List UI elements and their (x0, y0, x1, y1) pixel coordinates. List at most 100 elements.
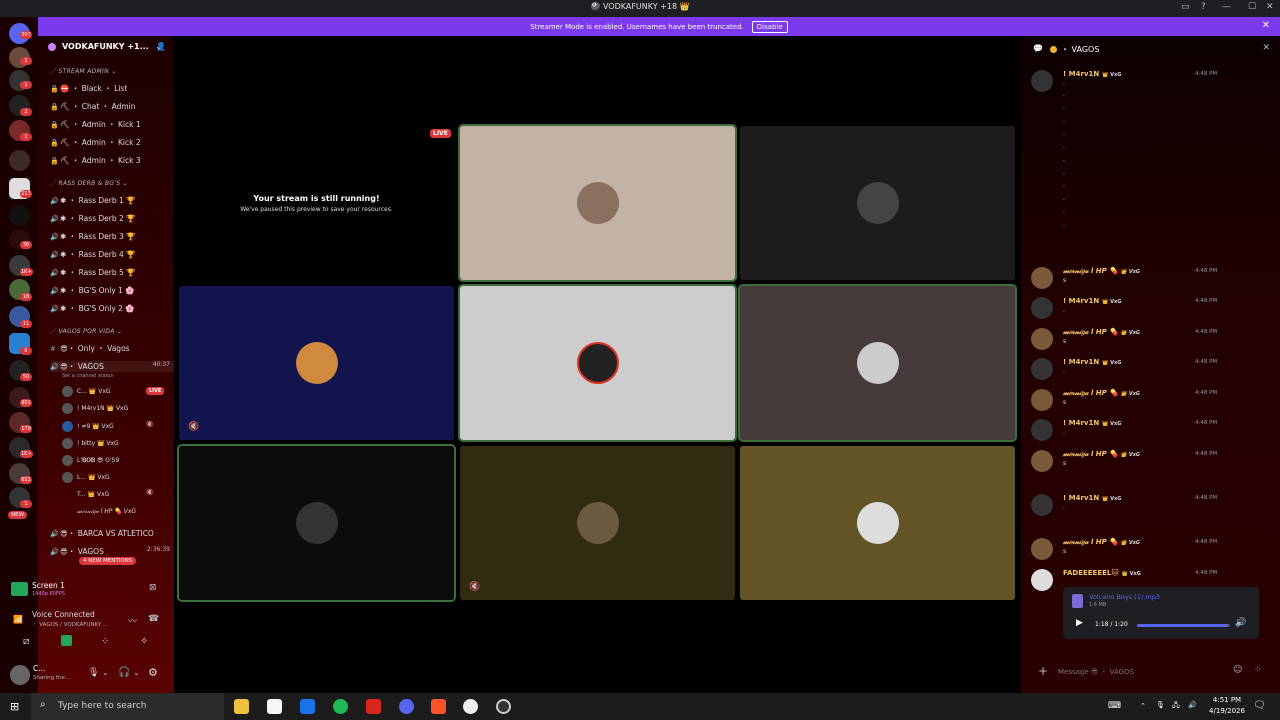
avatar[interactable] (1031, 358, 1053, 380)
voice-channel[interactable]: 🔊✱ ・ Rass Derb 1 🏆 (50, 195, 136, 206)
category-vagos[interactable]: ⋰ VAGOS POR VIDA ⌄ (50, 328, 122, 335)
file-explorer-icon[interactable] (234, 699, 249, 714)
author-name[interactable]: ! M4rv1N (1063, 419, 1099, 427)
activities-icon[interactable]: ⁘ (101, 636, 109, 647)
close-window-icon[interactable]: ✕ (1266, 2, 1274, 12)
participant-tile[interactable] (738, 284, 1017, 442)
disable-button[interactable]: Disable (751, 20, 788, 33)
voice-channel[interactable]: 🔊✱ ・ BG'S Only 2 🌸 (50, 303, 135, 314)
avatar[interactable] (1031, 538, 1053, 560)
channel-admin-kick-3[interactable]: 🔒⛏ ・ Admin ・ Kick 3 (50, 155, 141, 166)
voice-channel[interactable]: 🔊✱ ・ BG'S Only 1 🌸 (50, 285, 135, 296)
paused-stream-tile[interactable]: Your stream is still running! We've paus… (179, 126, 454, 280)
discord-icon[interactable] (399, 699, 414, 714)
screen-share-icon[interactable] (61, 635, 72, 646)
disconnect-icon[interactable]: ☎ (148, 614, 159, 624)
channel-admin-kick-2[interactable]: 🔒⛏ ・ Admin ・ Kick 2 (50, 137, 141, 148)
voice-user[interactable]: T... 👑 VxG 🔇 (62, 489, 153, 500)
volume-icon[interactable]: 🔊 (1235, 618, 1246, 628)
avatar[interactable] (1031, 328, 1053, 350)
emoji-picker-icon[interactable]: ☺ (1233, 665, 1242, 675)
category-rass-derb[interactable]: ⋰ RASS DERB & BG'S ⌄ (50, 180, 128, 187)
author-name[interactable]: ! M4rv1N (1063, 70, 1099, 78)
author-name[interactable]: ! M4rv1N (1063, 297, 1099, 305)
volume-tray-icon[interactable]: 🔊 (1188, 701, 1197, 709)
author-name[interactable]: 𝓂𝑒𝓇𝓃𝒾𝑔𝒶 l HP 💊 (1063, 267, 1118, 275)
voice-user[interactable]: L'𝐁𝐎𝐁 😎 G'59 (62, 455, 119, 466)
chevron-down-icon[interactable]: ⌄ (133, 668, 140, 677)
author-name[interactable]: ! M4rv1N (1063, 358, 1099, 366)
microphone-icon[interactable]: 🎙 (88, 668, 99, 678)
store-icon[interactable] (267, 699, 282, 714)
channel-status[interactable]: Set a channel status (62, 373, 113, 379)
user-name[interactable]: C... (33, 664, 45, 673)
mic-tray-icon[interactable]: 🎙 (1156, 701, 1165, 709)
help-icon[interactable]: ? (1201, 2, 1206, 12)
noise-suppression-icon[interactable]: 〰 (128, 614, 137, 627)
voice-channel[interactable]: 🔊✱ ・ Rass Derb 4 🏆 (50, 249, 136, 260)
voice-user[interactable]: ! bitty 👑 VxG (62, 438, 119, 449)
inbox-icon[interactable]: ▭ (1181, 2, 1190, 12)
spotify-icon[interactable] (333, 699, 348, 714)
channel-admin-kick-1[interactable]: 🔒⛏ ・ Admin ・ Kick 1 (50, 119, 141, 130)
avatar[interactable] (1031, 297, 1053, 319)
voice-user[interactable]: ! M4rv1N 👑 VxG (62, 403, 128, 414)
stop-stream-icon[interactable]: ⊠ (149, 583, 157, 593)
avatar[interactable] (1031, 267, 1053, 289)
server-icon[interactable] (9, 205, 30, 226)
clock-date[interactable]: 4/19/2026 (1203, 707, 1251, 715)
new-mentions-pill[interactable]: 4 NEW MENTIONS (79, 557, 137, 565)
outlook-icon[interactable] (300, 699, 315, 714)
avatar[interactable] (1031, 70, 1053, 92)
voice-channel[interactable]: 🔊✱ ・ Rass Derb 2 🏆 (50, 213, 136, 224)
windows-start-icon[interactable]: ⊞ (10, 700, 19, 713)
participant-tile[interactable] (740, 126, 1015, 280)
author-name[interactable]: FADEEEEEEL🐱 (1063, 569, 1119, 577)
message-input[interactable] (1058, 665, 1228, 679)
voice-channel[interactable]: 🔊✱ ・ Rass Derb 5 🏆 (50, 267, 136, 278)
maximize-icon[interactable]: ☐ (1248, 2, 1256, 12)
server-icon[interactable] (9, 150, 30, 171)
headphones-icon[interactable]: 🎧 (118, 667, 130, 678)
add-member-icon[interactable]: 👤 (156, 42, 166, 51)
participant-tile[interactable] (740, 446, 1015, 600)
voice-channel-barca[interactable]: 🔊😎・ BARCA VS ATLETICO (50, 528, 154, 539)
channel-only-vagos[interactable]: # 😎・ Only ・ Vagos (50, 343, 130, 354)
voice-channel-vagos[interactable]: 🔊😎・ VAGOS 40:37 (50, 361, 174, 372)
network-icon[interactable]: 🖧 (1172, 701, 1180, 712)
avatar[interactable] (1031, 419, 1053, 441)
voice-channel[interactable]: 🔊✱ ・ Rass Derb 3 🏆 (50, 231, 136, 242)
minimize-icon[interactable]: — (1222, 2, 1231, 12)
clock-time[interactable]: 4:51 PM (1203, 696, 1251, 704)
voice-channel-vagos-2[interactable]: 🔊😎・ VAGOS 2:36:39 (50, 546, 174, 557)
avatar[interactable] (10, 665, 30, 685)
guild-header[interactable]: VODKAFUNKY +1... ⌄ 👤 (38, 42, 174, 58)
close-banner-icon[interactable]: ✕ (1262, 20, 1270, 31)
author-name[interactable]: 𝓂𝑒𝓇𝓃𝒾𝑔𝒶 l HP 💊 (1063, 450, 1118, 458)
author-name[interactable]: 𝓂𝑒𝓇𝓃𝒾𝑔𝒶 l HP 💊 (1063, 538, 1118, 546)
voice-user[interactable]: ! ≠9 👑 VxG 🔇 (62, 421, 153, 432)
channel-black-list[interactable]: 🔒⛔ ・ Black ・ List (50, 83, 127, 94)
voice-user[interactable]: C... 👑 VxG LIVE (62, 386, 165, 397)
author-name[interactable]: ! M4rv1N (1063, 494, 1099, 502)
participant-tile[interactable]: 🔇 (179, 286, 454, 440)
avatar[interactable] (1031, 389, 1053, 411)
voice-user[interactable]: L... 👑 VxG (62, 472, 110, 483)
author-name[interactable]: 𝓂𝑒𝓇𝓃𝒾𝑔𝒶 l HP 💊 (1063, 389, 1118, 397)
keyboard-icon[interactable]: ⌨ (1108, 701, 1121, 711)
taskbar-search[interactable]: ⌕ Type here to search (31, 693, 224, 720)
chevron-up-icon[interactable]: ⌃ (1140, 702, 1146, 710)
soundboard-icon[interactable]: ✧ (140, 636, 148, 647)
new-badge[interactable]: NEW (8, 511, 28, 519)
attachment-name[interactable]: Volcano Boys (1).mp3 (1089, 593, 1160, 601)
notifications-icon[interactable]: 🗨 (1253, 700, 1266, 711)
participant-tile[interactable]: 🔇 (460, 446, 735, 600)
avatar[interactable] (1031, 569, 1053, 591)
brave-icon[interactable] (431, 699, 446, 714)
settings-gear-icon[interactable]: ⚙ (148, 666, 158, 679)
close-chat-icon[interactable]: ✕ (1262, 43, 1270, 53)
obs-icon[interactable] (496, 699, 511, 714)
voice-channel-name[interactable]: ・ VAGOS / VODKAFUNKY ... (32, 620, 108, 628)
avatar[interactable] (1031, 450, 1053, 472)
voice-status[interactable]: Voice Connected (32, 610, 95, 619)
